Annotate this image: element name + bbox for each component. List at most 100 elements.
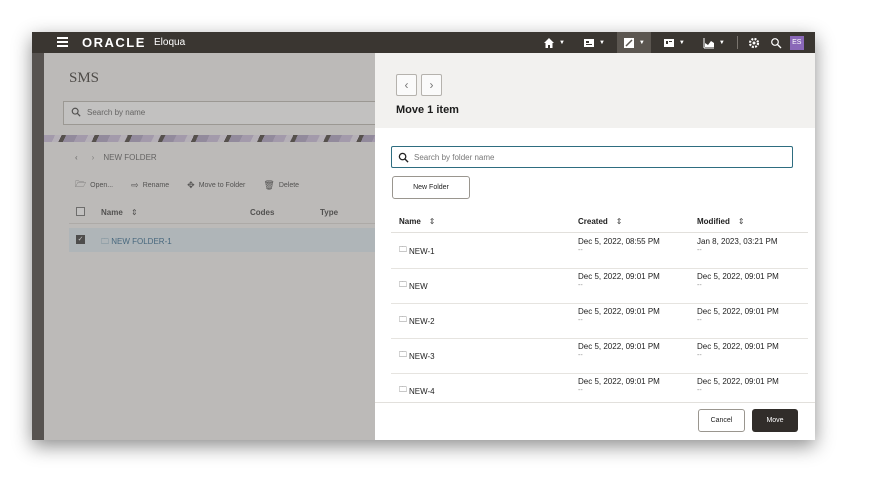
column-name[interactable]: Name ⇕ [399,217,436,226]
folder-list: 🗀 NEW-1 Dec 5, 2022, 08:55 PM -- Jan 8, 20… [391,234,808,402]
created-date: Dec 5, 2022, 08:55 PM [578,237,660,246]
assets-icon [583,38,594,47]
modified-by: -- [697,352,702,359]
modified-cell: Jan 8, 2023, 03:21 PM -- [697,237,778,254]
app-window: ORACLE Eloqua ▼ ▼ ▼ ▼ ▼ ES SMS Search by… [32,32,815,440]
modified-by: -- [697,282,702,289]
search-icon [770,37,782,48]
created-date: Dec 5, 2022, 09:01 PM [578,307,660,316]
modified-date: Dec 5, 2022, 09:01 PM [697,307,779,316]
folder-search-field[interactable] [391,146,793,168]
created-by: -- [578,317,583,324]
modified-date: Dec 5, 2022, 09:01 PM [697,272,779,281]
nav-insight[interactable]: ▼ [697,32,731,53]
created-cell: Dec 5, 2022, 09:01 PM -- [578,272,660,289]
folder-icon: 🗀 [399,385,407,394]
insight-icon [703,37,714,48]
folder-name: NEW-4 [409,386,435,396]
folder-name-cell[interactable]: 🗀 NEW-4 [399,384,435,398]
modified-date: Dec 5, 2022, 09:01 PM [697,377,779,386]
dialog-header: ‹ › Move 1 item [375,53,815,128]
chevron-right-icon: › [429,78,434,92]
column-name-label: Name [399,217,421,226]
nav-contacts[interactable]: ▼ [657,32,691,53]
chevron-down-icon: ▼ [718,39,725,46]
created-date: Dec 5, 2022, 09:01 PM [578,342,660,351]
folder-icon: 🗀 [399,350,407,359]
modal-overlay [32,53,375,440]
forward-button[interactable]: › [421,74,442,96]
new-folder-button[interactable]: New Folder [392,176,470,199]
home-icon [544,37,554,48]
settings-button[interactable] [744,32,764,53]
nav-assets[interactable]: ▼ [577,32,611,53]
modified-date: Dec 5, 2022, 09:01 PM [697,342,779,351]
chevron-down-icon: ▼ [678,39,685,46]
folder-name: NEW-1 [409,246,435,256]
sort-icon: ⇕ [737,217,745,226]
user-avatar[interactable]: ES [789,35,804,50]
modified-by: -- [697,317,702,324]
table-row[interactable]: 🗀 NEW-2 Dec 5, 2022, 09:01 PM -- Dec 5, 20… [391,304,808,339]
campaigns-icon [623,37,634,48]
folder-name: NEW [409,281,428,291]
modified-cell: Dec 5, 2022, 09:01 PM -- [697,377,779,394]
created-by: -- [578,352,583,359]
created-cell: Dec 5, 2022, 09:01 PM -- [578,342,660,359]
chevron-down-icon: ▼ [598,39,605,46]
chevron-down-icon: ▼ [638,39,645,46]
contacts-icon [663,38,674,47]
folder-icon: 🗀 [399,245,407,254]
folder-name: NEW-2 [409,316,435,326]
chevron-left-icon: ‹ [404,78,409,92]
modified-cell: Dec 5, 2022, 09:01 PM -- [697,272,779,289]
oracle-logo: ORACLE [82,35,146,50]
created-by: -- [578,387,583,394]
search-button[interactable] [766,32,786,53]
folder-name-cell[interactable]: 🗀 NEW-2 [399,314,435,328]
search-icon [398,152,409,163]
sort-icon: ⇕ [615,217,623,226]
top-navigation-bar: ORACLE Eloqua ▼ ▼ ▼ ▼ ▼ ES [32,32,815,53]
column-created-label: Created [578,217,608,226]
folder-name-cell[interactable]: 🗀 NEW [399,279,428,293]
folder-name: NEW-3 [409,351,435,361]
move-button[interactable]: Move [752,409,798,432]
folder-icon: 🗀 [399,315,407,324]
dialog-footer: Cancel Move [375,402,815,440]
hamburger-menu-icon[interactable] [57,37,68,48]
created-cell: Dec 5, 2022, 09:01 PM -- [578,307,660,324]
modified-by: -- [697,247,702,254]
modified-cell: Dec 5, 2022, 09:01 PM -- [697,342,779,359]
table-row[interactable]: 🗀 NEW-4 Dec 5, 2022, 09:01 PM -- Dec 5, 20… [391,374,808,402]
nav-divider [736,36,738,49]
created-date: Dec 5, 2022, 09:01 PM [578,272,660,281]
nav-campaigns[interactable]: ▼ [616,32,651,53]
folder-search-input[interactable] [414,150,784,164]
sort-icon: ⇕ [428,217,436,226]
created-by: -- [578,247,583,254]
column-modified-label: Modified [697,217,730,226]
created-cell: Dec 5, 2022, 08:55 PM -- [578,237,660,254]
table-row[interactable]: 🗀 NEW-1 Dec 5, 2022, 08:55 PM -- Jan 8, 20… [391,234,808,269]
move-dialog: ‹ › Move 1 item New Folder Name ⇕ Created… [375,53,815,440]
folder-name-cell[interactable]: 🗀 NEW-3 [399,349,435,363]
nav-home[interactable]: ▼ [537,32,571,53]
folder-name-cell[interactable]: 🗀 NEW-1 [399,244,435,258]
dialog-title: Move 1 item [396,104,459,116]
cancel-button[interactable]: Cancel [698,409,745,432]
nav-icon-group: ▼ ▼ ▼ ▼ ▼ ES [537,32,804,53]
folder-icon: 🗀 [399,280,407,289]
table-row[interactable]: 🗀 NEW Dec 5, 2022, 09:01 PM -- Dec 5, 2022… [391,269,808,304]
folder-table-header: Name ⇕ Created ⇕ Modified ⇕ [391,213,808,233]
modified-date: Jan 8, 2023, 03:21 PM [697,237,778,246]
modified-by: -- [697,387,702,394]
modified-cell: Dec 5, 2022, 09:01 PM -- [697,307,779,324]
table-row[interactable]: 🗀 NEW-3 Dec 5, 2022, 09:01 PM -- Dec 5, 20… [391,339,808,374]
chevron-down-icon: ▼ [559,39,565,46]
back-button[interactable]: ‹ [396,74,417,96]
column-modified[interactable]: Modified ⇕ [697,217,745,226]
created-cell: Dec 5, 2022, 09:01 PM -- [578,377,660,394]
column-created[interactable]: Created ⇕ [578,217,623,226]
created-by: -- [578,282,583,289]
